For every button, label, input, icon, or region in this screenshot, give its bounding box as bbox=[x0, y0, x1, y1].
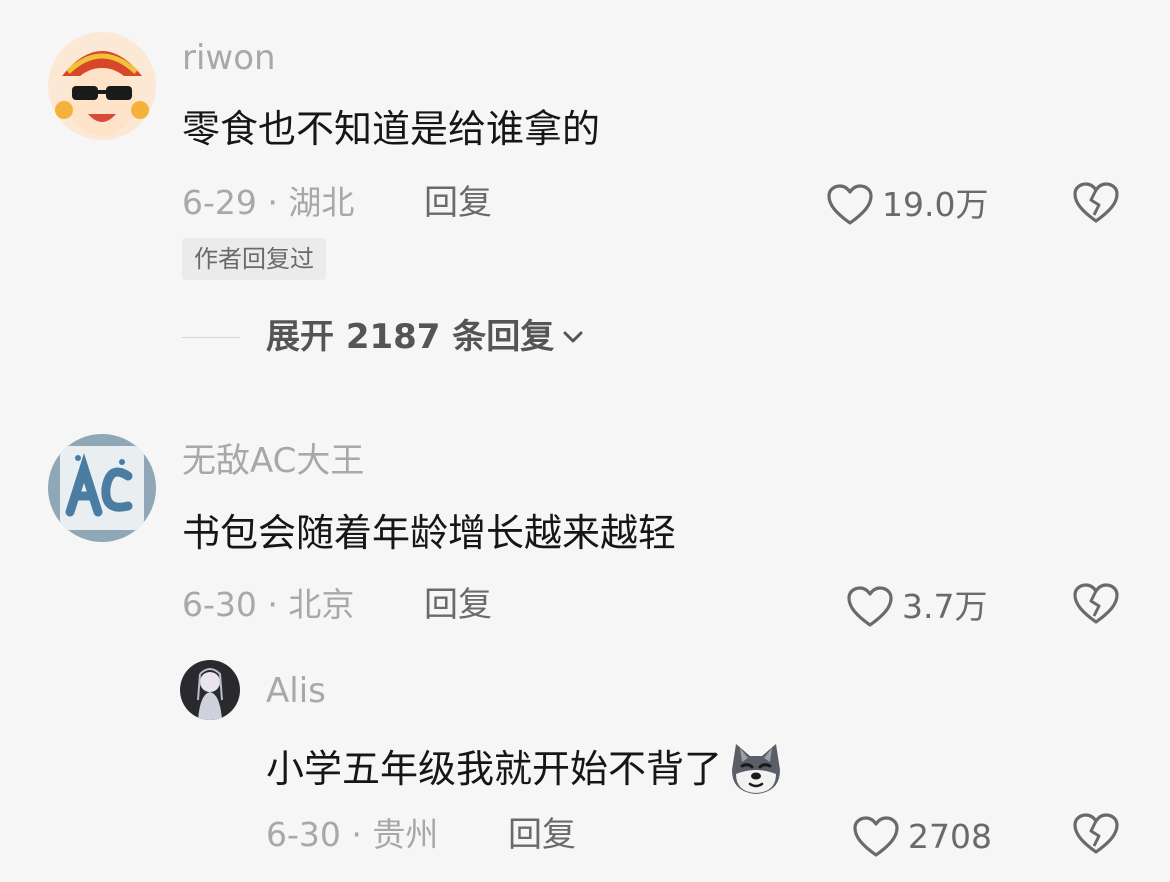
comment-list: riwon 零食也不知道是给谁拿的 6-29 · 湖北 回复 19.0万 作者回… bbox=[0, 0, 1170, 882]
comment-meta: 6-30 · 北京 bbox=[182, 585, 355, 624]
wolf-emoji-icon bbox=[732, 744, 781, 794]
avatar[interactable] bbox=[48, 434, 156, 542]
avatar[interactable] bbox=[48, 32, 156, 140]
comment-meta: 6-29 · 湖北 bbox=[182, 183, 355, 222]
like-button[interactable]: 2708 bbox=[852, 815, 992, 859]
avatar-image-alis bbox=[180, 660, 240, 720]
username[interactable]: 无敌AC大王 bbox=[182, 441, 364, 481]
like-button[interactable]: 19.0万 bbox=[826, 183, 988, 227]
like-button[interactable]: 3.7万 bbox=[846, 585, 987, 629]
broken-heart-icon bbox=[1073, 182, 1119, 223]
heart-icon bbox=[827, 184, 873, 225]
reply-text: 小学五年级我就开始不背了 bbox=[266, 747, 723, 791]
dislike-button[interactable] bbox=[1072, 582, 1120, 630]
heart-icon bbox=[847, 586, 893, 627]
avatar-image-ac bbox=[48, 434, 156, 542]
username[interactable]: riwon bbox=[182, 38, 276, 78]
avatar[interactable] bbox=[180, 660, 240, 720]
author-replied-tag: 作者回复过 bbox=[182, 238, 326, 280]
comment-text: 零食也不知道是给谁拿的 bbox=[182, 107, 601, 151]
reply-button[interactable]: 回复 bbox=[424, 585, 492, 625]
like-count: 3.7万 bbox=[902, 587, 988, 626]
broken-heart-icon bbox=[1073, 583, 1119, 624]
heart-icon bbox=[853, 816, 899, 857]
avatar-image-riwon bbox=[48, 32, 156, 140]
reply-button[interactable]: 回复 bbox=[424, 183, 492, 223]
expand-replies-label: 展开 2187 条回复 bbox=[266, 317, 555, 357]
dislike-button[interactable] bbox=[1072, 181, 1120, 229]
username[interactable]: Alis bbox=[266, 671, 326, 711]
chevron-down-icon bbox=[563, 331, 583, 343]
like-count: 19.0万 bbox=[882, 185, 989, 224]
divider-line bbox=[182, 336, 240, 338]
broken-heart-icon bbox=[1073, 813, 1119, 854]
comment-text: 小学五年级我就开始不背了 bbox=[266, 740, 786, 798]
comment-text: 书包会随着年龄增长越来越轻 bbox=[182, 511, 677, 555]
comment-meta: 6-30 · 贵州 bbox=[266, 815, 439, 854]
dislike-button[interactable] bbox=[1072, 812, 1120, 860]
expand-replies-button[interactable]: 展开 2187 条回复 bbox=[182, 317, 586, 357]
like-count: 2708 bbox=[908, 817, 992, 856]
reply-button[interactable]: 回复 bbox=[508, 815, 576, 855]
